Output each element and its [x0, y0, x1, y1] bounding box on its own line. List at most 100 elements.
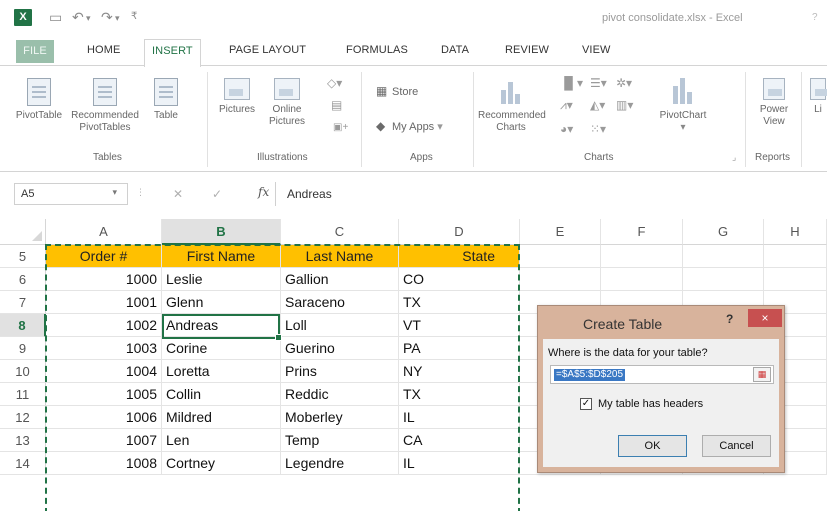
table-cell[interactable]: Guerino: [281, 337, 399, 360]
stat-chart-icon[interactable]: ▥▾: [616, 98, 633, 112]
table-cell[interactable]: Andreas: [162, 314, 281, 337]
name-box[interactable]: A5 ▾: [14, 183, 128, 205]
table-cell[interactable]: Prins: [281, 360, 399, 383]
table-cell[interactable]: NY: [399, 360, 520, 383]
tab-home[interactable]: HOME: [87, 44, 120, 56]
row-header-6[interactable]: 6: [0, 268, 46, 291]
table-cell[interactable]: Legendre: [281, 452, 399, 475]
column-header-g[interactable]: G: [683, 219, 764, 245]
table-cell[interactable]: 1007: [46, 429, 162, 452]
customize-icon[interactable]: ₹: [131, 11, 137, 22]
tab-file[interactable]: FILE: [16, 40, 54, 63]
table-cell[interactable]: [520, 268, 601, 291]
range-input[interactable]: =$A$5:$D$205 ▦: [550, 365, 774, 384]
row-header-14[interactable]: 14: [0, 452, 46, 475]
tab-formulas[interactable]: FORMULAS: [346, 44, 408, 56]
hierarchy-chart-icon[interactable]: ✲▾: [616, 76, 632, 90]
smartart-icon[interactable]: ▤: [331, 98, 342, 112]
table-cell[interactable]: Leslie: [162, 268, 281, 291]
screenshot-icon[interactable]: ▣+: [333, 122, 348, 133]
table-cell[interactable]: 1006: [46, 406, 162, 429]
column-header-d[interactable]: D: [399, 219, 520, 245]
table-cell[interactable]: 1000: [46, 268, 162, 291]
table-cell[interactable]: [520, 245, 601, 268]
table-cell[interactable]: [764, 245, 827, 268]
line-chart-icon[interactable]: ⩘▾: [560, 98, 573, 113]
table-cell[interactable]: Cortney: [162, 452, 281, 475]
ok-button[interactable]: OK: [618, 435, 687, 457]
table-cell[interactable]: 1008: [46, 452, 162, 475]
power-view-button[interactable]: Power View: [752, 78, 796, 128]
tab-data[interactable]: DATA: [441, 44, 469, 56]
column-header-e[interactable]: E: [520, 219, 601, 245]
row-header-7[interactable]: 7: [0, 291, 46, 314]
save-icon[interactable]: ▭: [49, 9, 62, 26]
table-cell[interactable]: Moberley: [281, 406, 399, 429]
column-header-b[interactable]: B: [162, 219, 281, 245]
table-cell[interactable]: Saraceno: [281, 291, 399, 314]
table-cell[interactable]: Len: [162, 429, 281, 452]
redo-icon[interactable]: ↷: [101, 9, 113, 26]
shapes-icon[interactable]: ◇▾: [327, 76, 342, 90]
table-cell[interactable]: CO: [399, 268, 520, 291]
table-cell[interactable]: Loretta: [162, 360, 281, 383]
table-cell[interactable]: [683, 268, 764, 291]
table-cell[interactable]: VT: [399, 314, 520, 337]
table-cell[interactable]: 1003: [46, 337, 162, 360]
tab-review[interactable]: REVIEW: [505, 44, 549, 56]
table-cell[interactable]: 1005: [46, 383, 162, 406]
undo-icon[interactable]: ↶: [72, 9, 84, 26]
row-header-8[interactable]: 8: [0, 314, 46, 337]
pictures-button[interactable]: Pictures: [212, 78, 262, 116]
redo-dropdown-icon[interactable]: ▾: [115, 13, 120, 24]
scatter-chart-icon[interactable]: ⁙▾: [590, 122, 606, 136]
table-cell[interactable]: [764, 268, 827, 291]
cancel-icon[interactable]: ✕: [173, 187, 183, 201]
my-apps-button[interactable]: My Apps ▾: [392, 121, 443, 133]
table-button[interactable]: Table: [140, 78, 192, 122]
tab-page-layout[interactable]: PAGE LAYOUT: [229, 44, 306, 56]
table-cell[interactable]: Collin: [162, 383, 281, 406]
help-button[interactable]: ?: [726, 312, 733, 326]
table-cell[interactable]: Glenn: [162, 291, 281, 314]
column-header-a[interactable]: A: [46, 219, 162, 245]
table-cell[interactable]: Loll: [281, 314, 399, 337]
table-cell[interactable]: [601, 268, 683, 291]
recommended-pivottables-button[interactable]: Recommended PivotTables: [70, 78, 140, 134]
table-cell[interactable]: IL: [399, 406, 520, 429]
row-header-9[interactable]: 9: [0, 337, 46, 360]
table-cell[interactable]: Reddic: [281, 383, 399, 406]
tab-view[interactable]: VIEW: [582, 44, 611, 56]
undo-dropdown-icon[interactable]: ▾: [86, 13, 91, 24]
help-icon[interactable]: ?: [812, 12, 818, 23]
pivotchart-button[interactable]: PivotChart ▾: [646, 78, 720, 134]
table-cell[interactable]: 1004: [46, 360, 162, 383]
row-header-12[interactable]: 12: [0, 406, 46, 429]
headers-checkbox[interactable]: ✓: [580, 398, 592, 410]
dialog-launcher-icon[interactable]: ⌟: [732, 152, 736, 163]
column-header-h[interactable]: H: [764, 219, 827, 245]
area-chart-icon[interactable]: ◭▾: [590, 98, 605, 112]
table-header-cell[interactable]: Last Name: [281, 245, 399, 268]
table-cell[interactable]: CA: [399, 429, 520, 452]
collapse-dialog-icon[interactable]: ▦: [753, 367, 771, 382]
headers-checkbox-label[interactable]: My table has headers: [598, 398, 703, 410]
table-header-cell[interactable]: First Name: [162, 245, 281, 268]
insert-function-icon[interactable]: fx: [258, 185, 269, 199]
table-cell[interactable]: Mildred: [162, 406, 281, 429]
online-pictures-button[interactable]: Online Pictures: [262, 78, 312, 128]
recommended-charts-button[interactable]: Recommended Charts: [478, 78, 546, 134]
tab-insert[interactable]: INSERT: [144, 39, 201, 67]
row-header-11[interactable]: 11: [0, 383, 46, 406]
line-sparkline-button[interactable]: Li: [808, 78, 827, 116]
table-cell[interactable]: PA: [399, 337, 520, 360]
formula-input[interactable]: Andreas: [287, 187, 332, 201]
table-cell[interactable]: Gallion: [281, 268, 399, 291]
table-cell[interactable]: IL: [399, 452, 520, 475]
table-cell[interactable]: Temp: [281, 429, 399, 452]
enter-icon[interactable]: ✓: [212, 187, 222, 201]
row-header-5[interactable]: 5: [0, 245, 46, 268]
row-header-10[interactable]: 10: [0, 360, 46, 383]
table-cell[interactable]: 1001: [46, 291, 162, 314]
table-cell[interactable]: [683, 245, 764, 268]
